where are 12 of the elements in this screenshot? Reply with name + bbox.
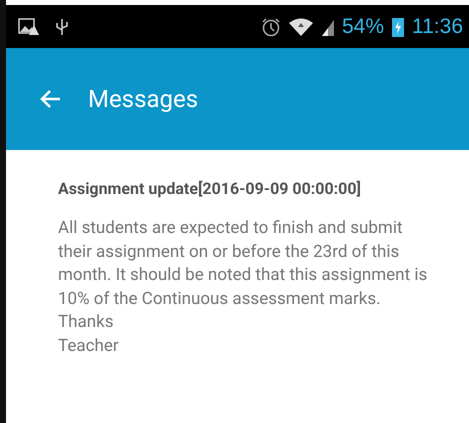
picture-warning-icon xyxy=(18,16,40,36)
message-title: Assignment update[2016-09-09 00:00:00] xyxy=(58,178,362,199)
wifi-icon xyxy=(288,16,314,36)
screen-title: Messages xyxy=(88,85,198,113)
alarm-clock-icon xyxy=(260,16,281,36)
message-text: All students are expected to finish and submit their assignment on or before the 23rd of this month. It should be noted that this assignment is 10% of the Continuous assessment marks. xyxy=(58,217,428,310)
message-text: Thanks xyxy=(58,311,115,334)
battery-charging-icon xyxy=(391,16,405,38)
clock-time: 11:36 xyxy=(412,14,463,38)
battery-percentage: 54% xyxy=(342,14,384,38)
usb-icon xyxy=(55,16,69,36)
message-text: Teacher xyxy=(58,334,120,358)
